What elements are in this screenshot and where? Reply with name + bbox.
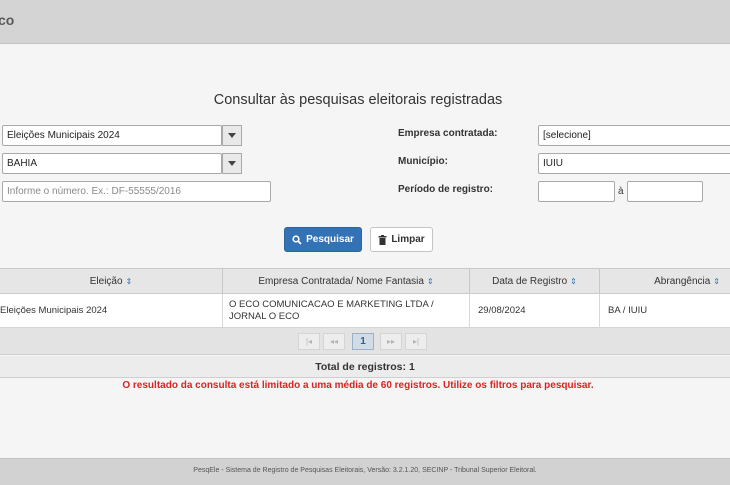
search-icon (292, 234, 302, 245)
periodo-label: Período de registro: (398, 184, 494, 195)
first-page-button[interactable]: |◂ (298, 333, 320, 350)
uf-select[interactable]: BAHIA (2, 153, 222, 174)
sort-icon: ⇕ (426, 277, 434, 286)
periodo-start-input[interactable] (538, 181, 615, 202)
clear-button[interactable]: Limpar (370, 227, 433, 252)
top-bar: co (0, 0, 730, 44)
clear-button-label: Limpar (391, 234, 425, 245)
table-row[interactable]: Eleições Municipais 2024 O ECO COMUNICAC… (0, 294, 730, 328)
eleicao-dropdown-button[interactable] (222, 125, 242, 146)
chevron-down-icon (228, 133, 236, 138)
page-title: Consultar às pesquisas eleitorais regist… (213, 92, 503, 108)
municipio-label: Município: (398, 156, 448, 167)
table-header: Eleição ⇕ Empresa Contratada/ Nome Fantas… (0, 268, 730, 294)
search-button-label: Pesquisar (306, 234, 354, 245)
pagination: |◂ ◂◂ 1 ▸▸ ▸| (0, 328, 730, 355)
periodo-end-input[interactable] (627, 181, 703, 202)
col-eleicao-header[interactable]: Eleição ⇕ (0, 269, 223, 294)
sort-icon: ⇕ (713, 277, 720, 286)
chevron-down-icon (228, 161, 236, 166)
numero-input[interactable]: Informe o número. Ex.: DF-55555/2016 (2, 181, 271, 202)
uf-dropdown-button[interactable] (222, 153, 242, 174)
last-page-button[interactable]: ▸| (405, 333, 427, 350)
sort-icon: ⇕ (125, 277, 133, 286)
app-brand: co (0, 12, 15, 28)
col-data-header[interactable]: Data de Registro ⇕ (470, 269, 600, 294)
empresa-label: Empresa contratada: (398, 128, 498, 139)
total-records: Total de registros: 1 (0, 356, 730, 378)
municipio-select[interactable]: IUIU (538, 153, 730, 174)
empresa-select[interactable]: [selecione] (538, 125, 730, 146)
cell-data: 29/08/2024 (470, 294, 600, 328)
page-1-button[interactable]: 1 (352, 333, 374, 350)
periodo-separator: à (618, 186, 624, 197)
limit-warning: O resultado da consulta está limitado a … (122, 380, 594, 391)
col-abrangencia-header[interactable]: Abrangência ⇕ (600, 269, 730, 294)
cell-eleicao: Eleições Municipais 2024 (0, 294, 223, 328)
eleicao-select[interactable]: Eleições Municipais 2024 (2, 125, 222, 146)
prev-page-button[interactable]: ◂◂ (323, 333, 345, 350)
trash-icon (378, 234, 387, 245)
search-button[interactable]: Pesquisar (284, 227, 362, 252)
col-empresa-header[interactable]: Empresa Contratada/ Nome Fantasia ⇕ (223, 269, 470, 294)
cell-abrangencia: BA / IUIU (608, 305, 648, 316)
footer: PesqEle - Sistema de Registro de Pesquis… (0, 458, 730, 485)
cell-empresa: O ECO COMUNICACAO E MARKETING LTDA / JOR… (223, 294, 470, 328)
sort-icon: ⇕ (570, 277, 577, 286)
next-page-button[interactable]: ▸▸ (380, 333, 402, 350)
